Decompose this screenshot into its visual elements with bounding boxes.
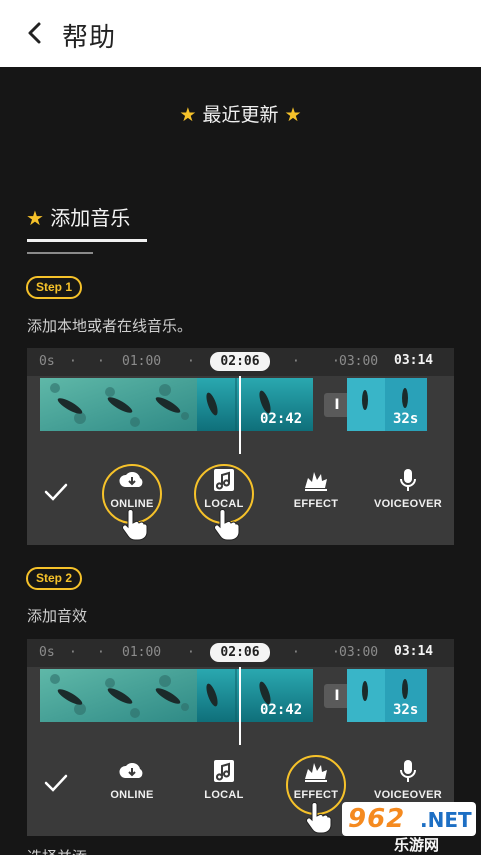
timeline-ruler: 0s · · 01:00 · 02:06 · · 03:00 03:14 bbox=[27, 639, 454, 667]
clip-duration: 32s bbox=[393, 411, 419, 427]
recent-updates-heading: ★ 最近更新 ★ bbox=[0, 100, 481, 127]
timeline-start: 0s bbox=[39, 645, 55, 660]
microphone-icon bbox=[400, 469, 416, 491]
app-header: 帮助 bbox=[0, 0, 481, 67]
step-description: 选择并添 bbox=[27, 846, 87, 855]
timeline-start: 0s bbox=[39, 354, 55, 369]
tool-label: VOICEOVER bbox=[373, 498, 443, 510]
section-underline bbox=[27, 239, 147, 242]
section-underline-secondary bbox=[27, 252, 93, 254]
pointing-hand-icon bbox=[214, 509, 240, 541]
timeline-end: 03:14 bbox=[394, 353, 434, 368]
effect-button[interactable]: EFFECT bbox=[276, 466, 356, 510]
clip-duration: 02:42 bbox=[260, 702, 303, 718]
voiceover-button[interactable]: VOICEOVER bbox=[368, 757, 448, 801]
timeline-current-time: 02:06 bbox=[210, 643, 270, 662]
playhead[interactable] bbox=[239, 667, 241, 745]
star-icon: ★ bbox=[179, 104, 197, 126]
chevron-left-icon bbox=[28, 22, 41, 44]
tool-label: ONLINE bbox=[110, 789, 154, 801]
voiceover-button[interactable]: VOICEOVER bbox=[368, 466, 448, 510]
timeline-mark: 03:00 bbox=[339, 645, 379, 660]
clip-duration: 02:42 bbox=[260, 411, 303, 427]
watermark-number: 962 bbox=[348, 804, 406, 834]
step-badge: Step 1 bbox=[26, 276, 83, 299]
step-description: 添加本地或者在线音乐。 bbox=[27, 317, 193, 335]
tool-label: VOICEOVER bbox=[373, 789, 443, 801]
playhead[interactable] bbox=[239, 376, 241, 454]
pointing-hand-icon bbox=[306, 802, 332, 834]
page-title: 帮助 bbox=[62, 23, 117, 53]
site-watermark: 962 .NET 乐游网 bbox=[342, 802, 476, 854]
step-badge: Step 2 bbox=[26, 567, 83, 590]
star-icon: ★ bbox=[26, 206, 44, 230]
check-icon[interactable] bbox=[42, 478, 70, 506]
microphone-icon bbox=[400, 760, 416, 782]
timeline-mark: 03:00 bbox=[339, 354, 379, 369]
video-clip: 02:42 bbox=[40, 669, 313, 722]
step-description: 添加音效 bbox=[27, 607, 88, 625]
section-title: ★ 添加音乐 bbox=[26, 202, 130, 231]
step-demo-image: 0s · · 01:00 · 02:06 · · 03:00 03:14 02:… bbox=[27, 348, 454, 545]
timeline-mark: 01:00 bbox=[122, 354, 162, 369]
local-music-button[interactable]: LOCAL bbox=[184, 757, 264, 801]
clip-duration: 32s bbox=[393, 702, 419, 718]
online-music-button[interactable]: ONLINE bbox=[92, 757, 172, 801]
star-icon: ★ bbox=[284, 104, 302, 126]
timeline-mark: 01:00 bbox=[122, 645, 162, 660]
video-clip: 02:42 bbox=[40, 378, 313, 431]
pointing-hand-icon bbox=[122, 509, 148, 541]
cloud-download-icon bbox=[119, 762, 143, 778]
music-file-icon bbox=[214, 760, 234, 782]
watermark-domain: .NET bbox=[420, 808, 472, 832]
timeline-ruler: 0s · · 01:00 · 02:06 · · 03:00 03:14 bbox=[27, 348, 454, 376]
explosion-icon bbox=[305, 472, 327, 491]
timeline-end: 03:14 bbox=[394, 644, 434, 659]
section-title-label: 添加音乐 bbox=[50, 206, 131, 230]
timeline-current-time: 02:06 bbox=[210, 352, 270, 371]
watermark-logo: 962 .NET bbox=[342, 802, 476, 836]
video-clip: 32s bbox=[347, 378, 427, 431]
check-icon[interactable] bbox=[42, 769, 70, 797]
video-clip: 32s bbox=[347, 669, 427, 722]
recent-updates-label: 最近更新 bbox=[202, 104, 279, 126]
audio-toolbar: ONLINE LOCAL EFFECT VOICEOVER bbox=[27, 456, 454, 545]
tool-label: EFFECT bbox=[293, 498, 339, 510]
tool-label: LOCAL bbox=[204, 789, 244, 801]
back-button[interactable] bbox=[22, 20, 48, 46]
watermark-subtitle: 乐游网 bbox=[394, 836, 440, 854]
